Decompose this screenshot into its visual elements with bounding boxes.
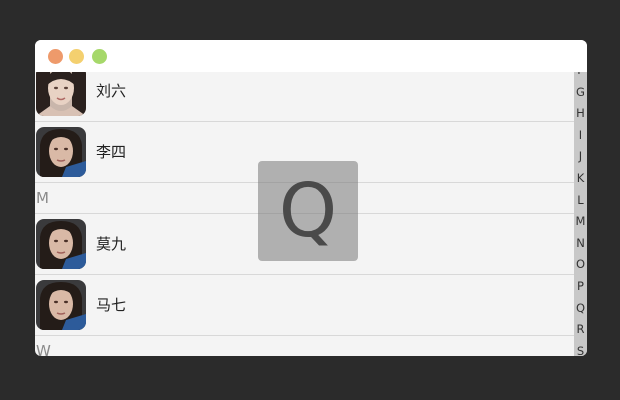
index-letter-i[interactable]: I — [574, 125, 587, 147]
index-letter-overlay: Q — [258, 161, 358, 261]
contact-name: 刘六 — [96, 82, 127, 100]
index-letter-k[interactable]: K — [574, 168, 587, 190]
title-bar — [35, 40, 587, 72]
index-letter-j[interactable]: J — [574, 146, 587, 168]
avatar[interactable] — [36, 72, 86, 116]
avatar-portrait-icon — [36, 127, 86, 177]
index-letter-o[interactable]: O — [574, 254, 587, 276]
index-letter-n[interactable]: N — [574, 233, 587, 255]
contact-name: 马七 — [96, 296, 127, 314]
minimize-button[interactable] — [69, 49, 84, 64]
avatar[interactable] — [36, 280, 86, 330]
contact-row[interactable]: 马七 — [35, 275, 574, 336]
index-letter-r[interactable]: R — [574, 319, 587, 341]
index-letter-h[interactable]: H — [574, 103, 587, 125]
section-letter: W — [36, 342, 51, 356]
app-window: 刘六 李四 M 莫九 马七 W G H I J K L M N O P Q R … — [35, 40, 587, 356]
contact-row[interactable]: 刘六 — [35, 72, 574, 122]
section-letter: M — [36, 189, 49, 207]
section-header: W — [35, 336, 574, 356]
index-letter-m[interactable]: M — [574, 211, 587, 233]
index-letter-g[interactable]: G — [574, 82, 587, 104]
avatar-portrait-icon — [36, 72, 86, 116]
index-letter-f[interactable]: F — [574, 72, 587, 82]
index-letter-p[interactable]: P — [574, 276, 587, 298]
zoom-button[interactable] — [92, 49, 107, 64]
avatar[interactable] — [36, 219, 86, 269]
contact-name: 李四 — [96, 143, 127, 161]
avatar-portrait-icon — [36, 219, 86, 269]
avatar[interactable] — [36, 127, 86, 177]
alphabet-index-bar[interactable]: F G H I J K L M N O P Q R S — [574, 72, 587, 356]
index-letter-l[interactable]: L — [574, 190, 587, 212]
index-letter-q[interactable]: Q — [574, 298, 587, 320]
avatar-portrait-icon — [36, 280, 86, 330]
contact-name: 莫九 — [96, 235, 127, 253]
index-letter-s[interactable]: S — [574, 341, 587, 356]
close-button[interactable] — [48, 49, 63, 64]
